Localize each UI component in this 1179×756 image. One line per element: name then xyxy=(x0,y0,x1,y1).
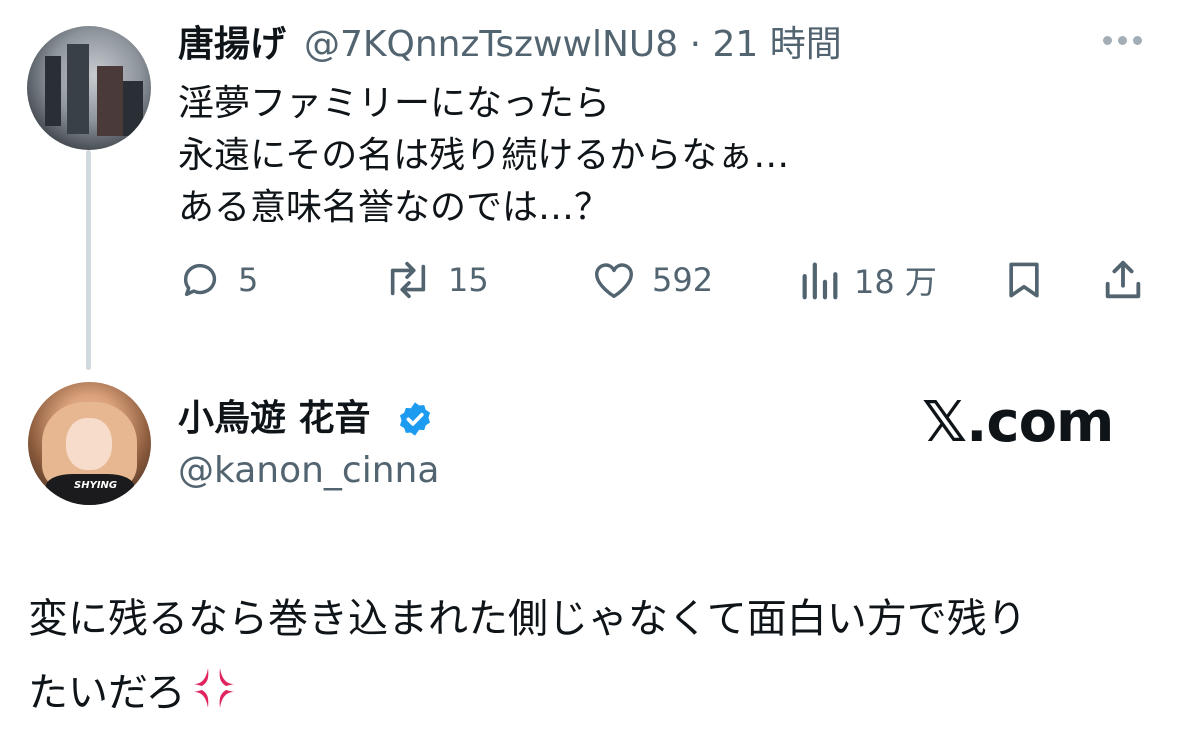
views-icon xyxy=(802,262,838,300)
tweet-line: ある意味名誉なのでは…？ xyxy=(178,187,611,228)
tweet-text: 変に残るなら巻き込まれた側じゃなくて面白い方で残り たいだろ xyxy=(28,582,1027,730)
handle-and-time[interactable]: @7KQnnzTszwwlNU8 · 21 時間 xyxy=(304,22,842,68)
tweet-line: 変に残るなら巻き込まれた側じゃなくて面白い方で残り xyxy=(28,596,1027,642)
tweet-line: 淫夢ファミリーになったら xyxy=(178,83,611,124)
avatar[interactable] xyxy=(27,26,151,150)
like-icon xyxy=(595,263,633,299)
tweet-line-last: たいだろ xyxy=(28,656,1027,730)
more-icon[interactable] xyxy=(1103,36,1142,45)
anger-emoji-icon xyxy=(193,668,234,708)
views-count: 18 万 xyxy=(854,263,937,301)
display-name[interactable]: 唐揚げ xyxy=(178,22,286,68)
reply-count: 5 xyxy=(238,261,259,299)
retweet-count: 15 xyxy=(448,261,489,299)
retweet-icon xyxy=(390,261,426,299)
retweet-button[interactable]: 15 xyxy=(382,258,489,302)
tweet-text: 淫夢ファミリーになったら 永遠にその名は残り続けるからなぁ… ある意味名誉なので… xyxy=(178,78,789,234)
avatar-shirt-text: SHYING xyxy=(74,480,118,491)
tweet-line: たいだろ xyxy=(28,670,186,716)
like-count: 592 xyxy=(652,261,714,299)
views-button[interactable]: 18 万 xyxy=(800,258,937,302)
display-name[interactable]: 小鳥遊 花音 xyxy=(178,396,371,442)
like-button[interactable]: 592 xyxy=(590,258,713,302)
reply-button[interactable]: 5 xyxy=(178,258,258,302)
tweet-line: 永遠にその名は残り続けるからなぁ… xyxy=(178,135,790,176)
thread-connector-line xyxy=(86,150,91,370)
share-button[interactable] xyxy=(1100,258,1146,302)
bookmark-icon xyxy=(1009,262,1039,298)
handle[interactable]: @kanon_cinna xyxy=(178,448,439,494)
reply-icon xyxy=(183,263,217,297)
bookmark-button[interactable] xyxy=(1002,258,1046,302)
share-icon xyxy=(1105,260,1141,299)
verified-badge-icon xyxy=(399,402,431,436)
brand-watermark: 𝕏.com xyxy=(922,390,1114,455)
avatar[interactable]: SHYING xyxy=(28,382,151,505)
